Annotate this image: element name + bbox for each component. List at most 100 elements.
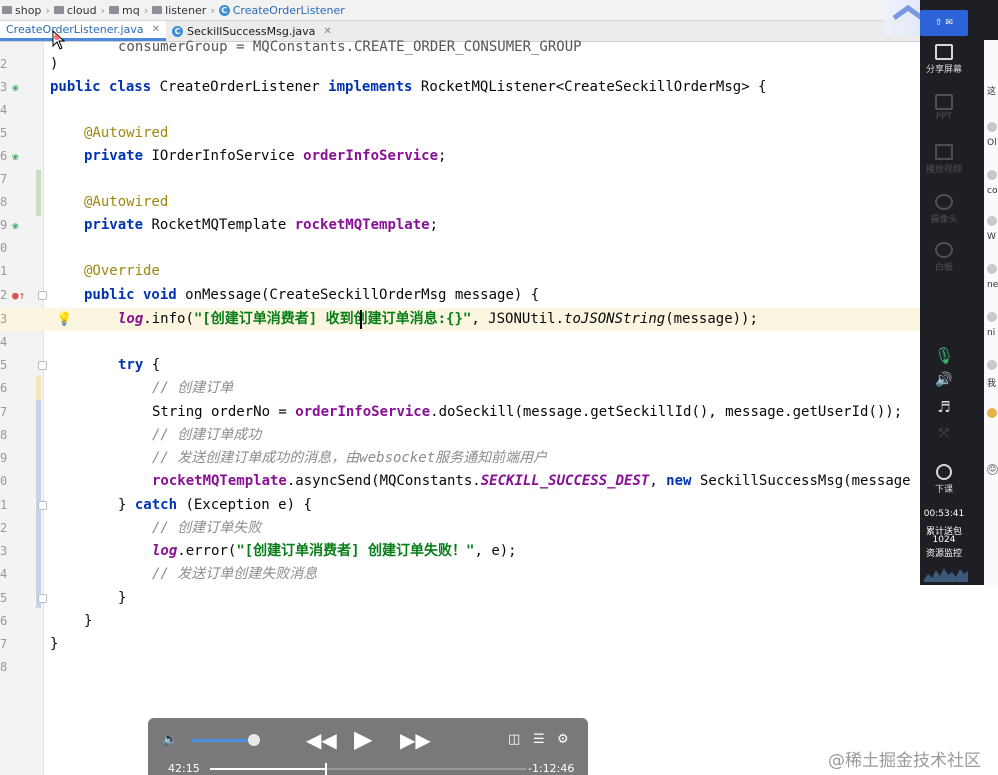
share-screen-icon [935, 44, 953, 60]
avatar [987, 312, 997, 322]
fold-icon[interactable] [38, 361, 47, 370]
resource-sparkline [924, 560, 968, 582]
whiteboard-button[interactable]: 白板 [920, 242, 968, 273]
code-line: 3 ❀ public class CreateOrderListener imple… [0, 76, 998, 99]
seek-bar-handle[interactable] [325, 763, 327, 775]
code-line: 7 [0, 172, 8, 186]
chat-message: ni [987, 312, 997, 338]
folder-icon [2, 6, 12, 14]
video-player-controls: 🔈 ◀◀ ▶ ▶▶ ◫ ☰ ⚙ 42:15 -1:12:46 [148, 718, 588, 775]
code-line: 5 @Autowired [0, 125, 169, 141]
chat-message: W [987, 216, 997, 242]
bean-icon[interactable]: ❀ [12, 214, 19, 237]
volume-icon[interactable]: 🔈 [162, 732, 178, 747]
breadcrumb-item-cloud[interactable]: cloud [53, 4, 97, 17]
whiteboard-icon [935, 242, 953, 258]
close-icon[interactable]: ✕ [323, 26, 331, 37]
class-icon: C [172, 25, 183, 37]
avatar [987, 264, 997, 274]
remaining-time: -1:12:46 [528, 762, 575, 775]
share-screen-button[interactable]: 分享屏幕 [920, 44, 968, 75]
breadcrumb-separator: › [45, 3, 50, 17]
breadcrumb-item-shop[interactable]: shop [2, 4, 41, 17]
fast-forward-icon[interactable]: ▶▶ [400, 728, 431, 752]
avatar [987, 216, 997, 226]
fold-icon[interactable] [38, 594, 47, 603]
ppt-button[interactable]: PPT [920, 94, 968, 122]
rewind-icon[interactable]: ◀◀ [306, 728, 337, 752]
code-line: 6// 创建订单 [0, 380, 234, 396]
text-cursor [360, 310, 362, 329]
fullscreen-icon[interactable]: ⤧ [920, 426, 968, 441]
breadcrumb-item-mq[interactable]: mq [109, 4, 140, 17]
chat-message: ne [987, 264, 998, 290]
chat-strip: 这 Ol co W ne ni 我 ☺ [984, 40, 998, 585]
code-line: 2) [0, 56, 59, 72]
bean-icon[interactable]: ❀ [12, 76, 19, 99]
play-video-button[interactable]: 播放视频 [920, 144, 968, 175]
code-line: 6 ❀ private IOrderInfoService orderInfoSer… [0, 145, 998, 168]
breadcrumb: shop › cloud › mq › listener › C CreateOrderL… [0, 0, 998, 21]
current-time: 42:15 [168, 762, 200, 775]
settings-icon[interactable]: ⚙ [557, 732, 569, 747]
breadcrumb-item-class[interactable]: C CreateOrderListener [218, 4, 345, 17]
code-line: 7 String orderNo = orderInfoService.doSec… [0, 404, 903, 420]
ppt-icon [935, 94, 953, 110]
class-icon: C [218, 4, 230, 16]
gift-count: 1024 [932, 535, 956, 545]
video-icon [935, 144, 953, 160]
volume-slider-knob[interactable] [248, 734, 260, 746]
watermark: @稀土掘金技术社区 [828, 751, 981, 771]
code-line: 0 rocketMQTemplate.asyncSend(MQConstants.… [0, 473, 911, 489]
code-line: 2// 创建订单失败 [0, 520, 262, 536]
chat-message: Ol [987, 122, 997, 148]
code-line: 1 @Override [0, 263, 160, 279]
speaker-icon[interactable]: 🔊 [920, 372, 968, 388]
avatar [987, 170, 997, 180]
camera-button[interactable]: 摄像头 [920, 194, 968, 225]
resource-monitor-button[interactable]: 资源监控 [920, 546, 968, 559]
camera-icon [935, 194, 953, 210]
emoji-icon[interactable]: ☺ [987, 464, 998, 475]
folder-icon [53, 6, 64, 14]
playlist-icon[interactable]: ☰ [533, 732, 545, 747]
breadcrumb-separator: › [210, 3, 215, 17]
music-icon[interactable]: ♬ [920, 398, 968, 416]
code-line: 7} [0, 636, 59, 652]
close-icon[interactable]: ✕ [152, 24, 160, 35]
volume-slider[interactable] [191, 739, 253, 742]
chat-message: 这 [987, 87, 997, 97]
code-line: 4 [0, 103, 8, 117]
override-icon[interactable]: ●↑ [12, 284, 25, 307]
fold-icon[interactable] [38, 291, 47, 300]
code-line: 5} [0, 590, 127, 606]
seek-bar-progress [210, 768, 326, 770]
code-line: 8// 创建订单成功 [0, 427, 262, 443]
chat-message [987, 408, 997, 424]
code-line: 6} [0, 613, 93, 629]
avatar [987, 408, 997, 418]
breadcrumb-item-listener[interactable]: listener [152, 4, 206, 17]
network-status-button[interactable]: ⇧ ✉ [920, 10, 968, 36]
code-line: 0 [0, 241, 8, 255]
chat-message: 我 [987, 360, 997, 389]
code-line: 9 ❀ private RocketMQTemplate rocketMQTempl… [0, 214, 998, 237]
lightbulb-icon[interactable]: 💡 [56, 308, 72, 331]
avatar [987, 360, 997, 370]
microphone-icon[interactable]: 🎙 [920, 346, 968, 365]
folder-icon [109, 6, 120, 14]
fold-icon[interactable] [38, 501, 47, 510]
picture-in-picture-icon[interactable]: ◫ [508, 732, 520, 747]
end-class-button[interactable]: 下课 [920, 464, 968, 495]
code-line: 8 @Autowired [0, 194, 169, 210]
code-line: 5 try { [0, 357, 161, 373]
play-icon[interactable]: ▶ [354, 725, 372, 753]
avatar [987, 122, 997, 132]
code-line: 2 ●↑ public void onMessage(CreateSeckillOr… [0, 284, 998, 307]
code-line: 1} catch (Exception e) { [0, 497, 312, 513]
code-editor[interactable]: consumerGroup = MQConstants.CREATE_ORDER… [0, 39, 998, 775]
folder-icon [152, 6, 163, 14]
mouse-cursor-icon [52, 29, 66, 50]
code-line: 4 [0, 335, 8, 349]
bean-icon[interactable]: ❀ [12, 145, 19, 168]
